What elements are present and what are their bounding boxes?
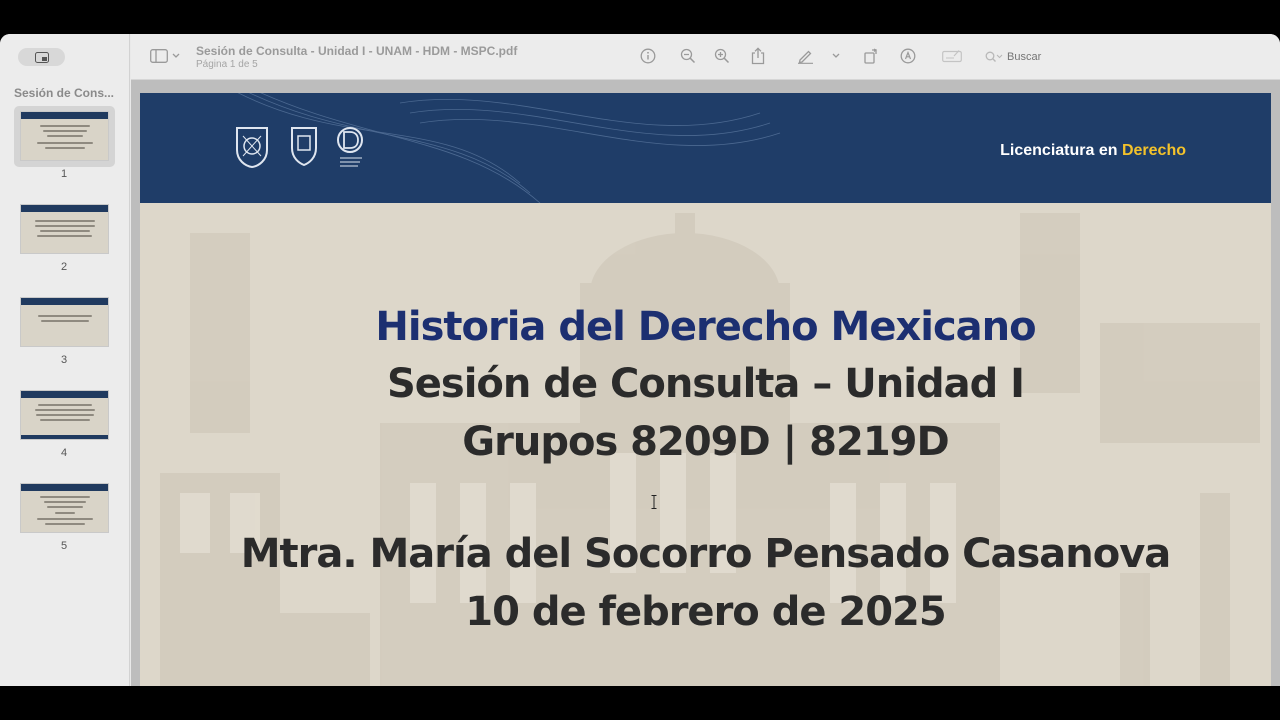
info-button[interactable]: [639, 47, 657, 65]
document-title: Sesión de Consulta - Unidad I - UNAM - H…: [196, 44, 518, 58]
highlight-icon: [900, 48, 916, 64]
form-fill-icon: [942, 50, 962, 63]
slide-subtitle: Sesión de Consulta – Unidad I: [386, 361, 1025, 407]
page-number-1: 1: [60, 168, 68, 180]
rotate-icon: [864, 48, 878, 64]
page-thumbnail-5[interactable]: [20, 483, 109, 533]
sidebar-options-button[interactable]: [171, 47, 181, 65]
slide-groups: Grupos 8209D | 8219D: [462, 419, 949, 465]
program-accent: Derecho: [1121, 142, 1186, 159]
sidebar-view-button[interactable]: [18, 48, 65, 66]
rotate-button[interactable]: [862, 47, 880, 65]
share-button[interactable]: [749, 47, 767, 65]
highlight-button[interactable]: [899, 47, 917, 65]
unam-crest-logo: [236, 127, 268, 168]
page-number-4: 4: [60, 447, 68, 459]
search-field[interactable]: [979, 46, 1275, 68]
document-viewer[interactable]: Licenciatura en Derecho Historia del Der…: [131, 80, 1280, 686]
page-thumbnail-1[interactable]: [20, 111, 109, 161]
program-label: Licenciatura en Derecho: [1000, 142, 1186, 160]
pdf-page: Licenciatura en Derecho Historia del Der…: [140, 93, 1271, 686]
markup-options-button[interactable]: [831, 47, 841, 65]
chevron-down-icon: [832, 53, 840, 58]
form-fill-button[interactable]: [941, 47, 963, 65]
markup-pen-icon: [797, 50, 813, 64]
search-input[interactable]: [1007, 51, 1207, 63]
zoom-out-icon: [680, 48, 696, 64]
thumbnail-view-icon: [34, 51, 49, 63]
zoom-out-button[interactable]: [679, 47, 697, 65]
markup-button[interactable]: [796, 47, 814, 65]
slide-author: Mtra. María del Socorro Pensado Casanova: [240, 531, 1172, 577]
share-icon: [751, 47, 765, 65]
page-number-2: 2: [60, 261, 68, 273]
sidebar-toggle-icon: [150, 49, 168, 63]
page-number-3: 3: [60, 354, 68, 366]
page-number-5: 5: [60, 540, 68, 552]
page-indicator: Página 1 de 5: [196, 59, 258, 70]
page-thumbnail-3[interactable]: [20, 297, 109, 347]
zoom-in-button[interactable]: [713, 47, 731, 65]
page-thumbnail-4[interactable]: [20, 390, 109, 440]
pdf-viewer-window: Sesión de Cons... 1 2 3 4 5 Sesión de Co…: [0, 34, 1280, 686]
header-banner: Licenciatura en Derecho: [140, 93, 1271, 203]
zoom-in-icon: [714, 48, 730, 64]
sidebar-toggle-button[interactable]: [149, 47, 169, 65]
text-cursor-icon: [651, 495, 657, 509]
info-icon: [640, 48, 656, 64]
toolbar: Sesión de Consulta - Unidad I - UNAM - H…: [131, 34, 1280, 80]
page-thumbnail-2[interactable]: [20, 204, 109, 254]
program-prefix: Licenciatura en: [1000, 142, 1118, 159]
thumbnail-sidebar: Sesión de Cons... 1 2 3 4 5: [0, 34, 130, 686]
cuaed-logo: [337, 127, 363, 167]
slide-title: Historia del Derecho Mexicano: [375, 304, 1036, 350]
slide-date: 10 de febrero de 2025: [465, 589, 946, 635]
sidebar-document-title: Sesión de Cons...: [14, 86, 115, 100]
faculty-shield-logo: [291, 127, 317, 166]
chevron-down-icon: [172, 53, 180, 58]
search-icon: [985, 51, 1003, 62]
